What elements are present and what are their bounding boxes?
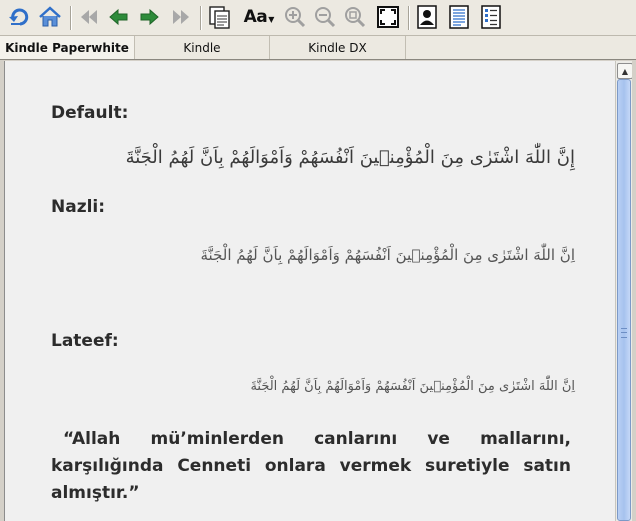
tab-kindle[interactable]: Kindle: [135, 36, 270, 59]
tab-label: Kindle DX: [308, 40, 367, 55]
section-heading-lateef: Lateef:: [51, 331, 119, 351]
section-heading-default: Default:: [51, 103, 129, 123]
zoom-out-icon[interactable]: [312, 4, 338, 30]
tab-kindle-paperwhite[interactable]: Kindle Paperwhite: [0, 36, 135, 59]
preview-pane: Default: إِنَّ اللّٰهَ اشْتَرٰى مِنَ الْ…: [4, 61, 632, 521]
scrollbar-thumb[interactable]: [617, 79, 631, 521]
prev-icon[interactable]: [106, 4, 132, 30]
translation-quote: “Allah mü’minlerden canlarını ve malları…: [51, 429, 571, 503]
device-tabs: Kindle Paperwhite Kindle Kindle DX: [0, 36, 636, 60]
toolbar: Aa ▼: [0, 0, 636, 36]
font-size-button[interactable]: Aa ▼: [240, 4, 278, 30]
document-icon[interactable]: [446, 4, 472, 30]
vertical-scrollbar[interactable]: ▲: [615, 61, 632, 521]
scroll-up-button[interactable]: ▲: [617, 63, 632, 79]
next-icon[interactable]: [136, 4, 162, 30]
home-icon[interactable]: [36, 4, 64, 30]
zoom-in-icon[interactable]: [282, 4, 308, 30]
tab-kindle-dx[interactable]: Kindle DX: [270, 36, 406, 59]
font-size-icon: Aa: [243, 7, 268, 27]
list-icon[interactable]: [478, 4, 504, 30]
chevron-down-icon: ▼: [268, 14, 275, 24]
section-heading-nazli: Nazli:: [51, 197, 106, 217]
tab-label: Kindle: [183, 40, 221, 55]
arabic-text-default: إِنَّ اللّٰهَ اشْتَرٰى مِنَ الْمُؤْمِن۪ي…: [125, 147, 575, 168]
tab-label: Kindle Paperwhite: [5, 40, 129, 55]
last-page-icon[interactable]: [168, 4, 194, 30]
grip-icon: [621, 328, 627, 338]
portrait-icon[interactable]: [414, 4, 440, 30]
arabic-text-nazli: اِنَّ اللّٰهَ اشْتَرٰى مِنَ الْمُؤْمِن۪ي…: [200, 246, 575, 264]
first-page-icon[interactable]: [76, 4, 102, 30]
arabic-text-lateef: اِنَّ اللّٰهَ اشْتَرٰى مِنَ الْمُؤْمِن۪ي…: [250, 379, 575, 394]
fit-page-icon[interactable]: [374, 4, 402, 30]
rotate-icon[interactable]: [6, 4, 32, 30]
zoom-reset-icon[interactable]: [342, 4, 368, 30]
preview-content: Default: إِنَّ اللّٰهَ اشْتَرٰى مِنَ الْ…: [5, 61, 615, 521]
pages-icon[interactable]: [206, 4, 234, 30]
